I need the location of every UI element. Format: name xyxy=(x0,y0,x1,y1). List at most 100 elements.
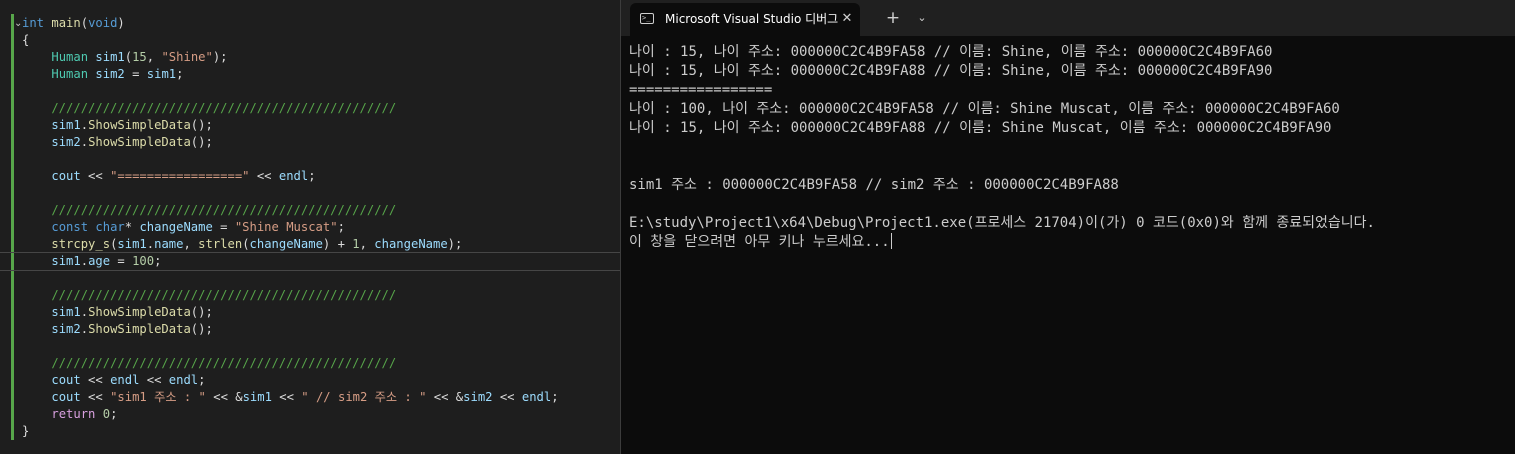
code-token: (); xyxy=(190,322,213,336)
code-token: endl xyxy=(168,373,199,387)
code-token: ( xyxy=(80,16,89,30)
code-token: ShowSimpleData xyxy=(88,305,191,319)
code-line[interactable]: { xyxy=(22,32,620,49)
code-token: "=================" xyxy=(110,169,250,183)
code-line[interactable]: ////////////////////////////////////////… xyxy=(22,202,620,219)
code-line[interactable]: ////////////////////////////////////////… xyxy=(22,100,620,117)
code-line[interactable]: ////////////////////////////////////////… xyxy=(22,355,620,372)
code-line[interactable]: Human sim2 = sim1; xyxy=(22,66,620,83)
code-token: int xyxy=(22,16,45,30)
code-line[interactable]: sim1.age = 100; xyxy=(0,252,620,271)
code-line[interactable] xyxy=(22,185,620,202)
code-token: sim1 xyxy=(51,118,81,132)
code-token: sim1 xyxy=(51,305,81,319)
code-token: sim2 xyxy=(95,67,125,81)
code-token: return xyxy=(51,407,96,421)
chevron-down-icon[interactable]: ⌄ xyxy=(914,9,930,27)
code-token: << xyxy=(249,169,279,183)
code-line[interactable] xyxy=(22,338,620,355)
code-line[interactable]: const char* changeName = "Shine Muscat"; xyxy=(22,219,620,236)
code-token: . xyxy=(80,254,89,268)
code-token: ////////////////////////////////////////… xyxy=(22,288,397,302)
console-line-text: 나이 : 15, 나이 주소: 000000C2C4B9FA58 // 이름: … xyxy=(629,44,1273,60)
code-token: changeName xyxy=(249,237,323,251)
code-line[interactable]: sim2.ShowSimpleData(); xyxy=(22,321,620,338)
code-line[interactable]: cout << endl << endl; xyxy=(22,372,620,389)
screen: ⌄ int main(void){ Human sim1(15, "Shine"… xyxy=(0,0,1515,454)
code-token: 0 xyxy=(102,407,111,421)
new-tab-button[interactable]: + xyxy=(884,8,902,28)
code-line[interactable] xyxy=(22,270,620,287)
code-token: sim2 xyxy=(463,390,493,404)
code-line[interactable]: cout << "sim1 주소 : " << &sim1 << " // si… xyxy=(22,389,620,406)
code-token: } xyxy=(22,424,30,438)
console-output[interactable]: 나이 : 15, 나이 주소: 000000C2C4B9FA58 // 이름: … xyxy=(629,43,1509,252)
code-line[interactable]: int main(void) xyxy=(22,15,620,32)
code-token: ) + xyxy=(322,237,353,251)
code-token: = xyxy=(212,220,235,234)
code-line[interactable]: strcpy_s(sim1.name, strlen(changeName) +… xyxy=(22,236,620,253)
console-line-text: 나이 : 15, 나이 주소: 000000C2C4B9FA88 // 이름: … xyxy=(629,63,1273,79)
console-line-text: 나이 : 15, 나이 주소: 000000C2C4B9FA88 // 이름: … xyxy=(629,120,1332,136)
code-token: << xyxy=(80,390,111,404)
code-token: Human xyxy=(51,50,89,64)
console-line-text: ================= xyxy=(629,82,773,98)
code-token: ////////////////////////////////////////… xyxy=(22,101,397,115)
code-token: = xyxy=(110,254,133,268)
code-token: ; xyxy=(176,67,184,81)
console-line-text: sim1 주소 : 000000C2C4B9FA58 // sim2 주소 : … xyxy=(629,177,1119,193)
terminal-icon: >_ xyxy=(640,13,654,24)
code-token: strcpy_s xyxy=(51,237,111,251)
code-token: "Shine" xyxy=(161,50,213,64)
tab-strip: >_ Microsoft Visual Studio 디버그 ✕ + ⌄ xyxy=(621,0,1515,36)
code-token: (); xyxy=(190,118,213,132)
code-token: ; xyxy=(198,373,206,387)
terminal-tab[interactable]: >_ Microsoft Visual Studio 디버그 ✕ xyxy=(630,3,860,36)
code-line[interactable]: Human sim1(15, "Shine"); xyxy=(22,49,620,66)
code-line[interactable]: sim1.ShowSimpleData(); xyxy=(22,117,620,134)
code-token: = xyxy=(124,67,147,81)
code-token: char xyxy=(95,220,125,234)
code-line[interactable] xyxy=(22,151,620,168)
code-line[interactable]: sim1.ShowSimpleData(); xyxy=(22,304,620,321)
code-token: . xyxy=(80,118,89,132)
console-line: 이 창을 닫으려면 아무 키나 누르세요... xyxy=(629,233,1509,252)
code-token: age xyxy=(88,254,111,268)
close-icon[interactable]: ✕ xyxy=(839,10,855,28)
code-token: ); xyxy=(447,237,463,251)
code-token: ////////////////////////////////////////… xyxy=(22,356,397,370)
code-token: endl xyxy=(278,169,309,183)
code-token: endl xyxy=(110,373,140,387)
code-token: ; xyxy=(154,254,162,268)
code-line[interactable]: } xyxy=(22,423,620,440)
code-line[interactable]: return 0; xyxy=(22,406,620,423)
code-line[interactable] xyxy=(22,83,620,100)
code-editor[interactable]: ⌄ int main(void){ Human sim1(15, "Shine"… xyxy=(0,0,620,454)
code-token: ; xyxy=(308,169,316,183)
console-line-text: E:\study\Project1\x64\Debug\Project1.exe… xyxy=(629,215,1375,231)
code-line[interactable]: sim2.ShowSimpleData(); xyxy=(22,134,620,151)
code-line[interactable]: ////////////////////////////////////////… xyxy=(22,287,620,304)
code-token: sim1 xyxy=(51,254,81,268)
code-token: . xyxy=(146,237,155,251)
code-token: ( xyxy=(242,237,250,251)
terminal-window[interactable]: >_ Microsoft Visual Studio 디버그 ✕ + ⌄ 나이 … xyxy=(621,0,1515,454)
code-token: sim2 xyxy=(51,135,81,149)
code-token: . xyxy=(80,322,89,336)
code-token: ); xyxy=(212,50,228,64)
code-token: 15 xyxy=(132,50,147,64)
code-token: main xyxy=(51,16,81,30)
code-token: sim1 xyxy=(242,390,272,404)
code-line[interactable]: cout << "=================" << endl; xyxy=(22,168,620,185)
code-token: ShowSimpleData xyxy=(88,135,191,149)
